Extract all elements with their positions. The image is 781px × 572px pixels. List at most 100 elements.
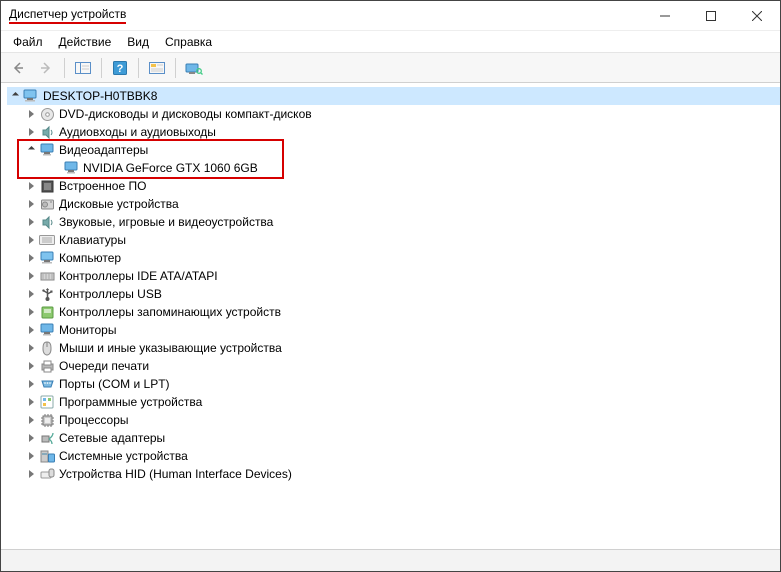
audio-icon [39, 214, 55, 230]
chevron-down-icon[interactable] [9, 95, 21, 98]
tree-category-label: Дисковые устройства [59, 195, 179, 213]
tree-category[interactable]: DVD-дисководы и дисководы компакт-дисков [7, 105, 780, 123]
chevron-right-icon[interactable] [25, 290, 37, 298]
menubar: Файл Действие Вид Справка [1, 31, 780, 53]
tree-category[interactable]: Сетевые адаптеры [7, 429, 780, 447]
chevron-right-icon[interactable] [25, 128, 37, 136]
tree-category-label: Системные устройства [59, 447, 188, 465]
tree-category-label: Сетевые адаптеры [59, 429, 165, 447]
chevron-down-icon[interactable] [25, 149, 37, 152]
properties-button[interactable] [144, 56, 170, 80]
firmware-icon [39, 178, 55, 194]
software-icon [39, 394, 55, 410]
ide-icon [39, 268, 55, 284]
port-icon [39, 376, 55, 392]
tree-category[interactable]: Контроллеры USB [7, 285, 780, 303]
svg-text:?: ? [117, 63, 124, 75]
back-button[interactable] [5, 56, 31, 80]
usb-icon [39, 286, 55, 302]
close-button[interactable] [734, 1, 780, 31]
tree-device[interactable]: NVIDIA GeForce GTX 1060 6GB [7, 159, 780, 177]
tree-category[interactable]: Встроенное ПО [7, 177, 780, 195]
menu-view[interactable]: Вид [119, 33, 157, 51]
scan-hardware-button[interactable] [181, 56, 207, 80]
computer-icon [39, 250, 55, 266]
tree-category-label: DVD-дисководы и дисководы компакт-дисков [59, 105, 312, 123]
menu-action[interactable]: Действие [51, 33, 120, 51]
tree-category[interactable]: Видеоадаптеры [7, 141, 780, 159]
chevron-right-icon[interactable] [25, 362, 37, 370]
tree-category[interactable]: Мыши и иные указывающие устройства [7, 339, 780, 357]
tree-category-label: Очереди печати [59, 357, 149, 375]
tree-category[interactable]: Звуковые, игровые и видеоустройства [7, 213, 780, 231]
keyboard-icon [39, 232, 55, 248]
tree-category[interactable]: Программные устройства [7, 393, 780, 411]
network-icon [39, 430, 55, 446]
disc-icon [39, 106, 55, 122]
tree-category-label: Контроллеры IDE ATA/ATAPI [59, 267, 218, 285]
maximize-button[interactable] [688, 1, 734, 31]
chevron-right-icon[interactable] [25, 200, 37, 208]
chevron-right-icon[interactable] [25, 254, 37, 262]
system-icon [39, 448, 55, 464]
tree-category[interactable]: Дисковые устройства [7, 195, 780, 213]
tree-category-label: Порты (COM и LPT) [59, 375, 170, 393]
chevron-right-icon[interactable] [25, 398, 37, 406]
tree-category[interactable]: Клавиатуры [7, 231, 780, 249]
audio-icon [39, 124, 55, 140]
tree-category[interactable]: Контроллеры IDE ATA/ATAPI [7, 267, 780, 285]
chevron-right-icon[interactable] [25, 110, 37, 118]
device-tree[interactable]: DESKTOP-H0TBBK8 DVD-дисководы и дисковод… [1, 83, 780, 549]
tree-category-label: Контроллеры запоминающих устройств [59, 303, 281, 321]
tree-category[interactable]: Аудиовходы и аудиовыходы [7, 123, 780, 141]
tree-category[interactable]: Порты (COM и LPT) [7, 375, 780, 393]
chevron-right-icon[interactable] [25, 452, 37, 460]
chevron-right-icon[interactable] [25, 218, 37, 226]
show-hide-tree-button[interactable] [70, 56, 96, 80]
chevron-right-icon[interactable] [25, 308, 37, 316]
tree-category-label: Контроллеры USB [59, 285, 162, 303]
drive-icon [39, 196, 55, 212]
cpu-icon [39, 412, 55, 428]
tree-category-label: Мониторы [59, 321, 116, 339]
mouse-icon [39, 340, 55, 356]
tree-category-label: Видеоадаптеры [59, 141, 148, 159]
minimize-button[interactable] [642, 1, 688, 31]
monitor-icon [63, 160, 79, 176]
statusbar [1, 549, 780, 571]
printer-icon [39, 358, 55, 374]
hid-icon [39, 466, 55, 482]
tree-category-label: Мыши и иные указывающие устройства [59, 339, 282, 357]
tree-category[interactable]: Процессоры [7, 411, 780, 429]
chevron-right-icon[interactable] [25, 470, 37, 478]
chevron-right-icon[interactable] [25, 434, 37, 442]
tree-category[interactable]: Устройства HID (Human Interface Devices) [7, 465, 780, 483]
forward-button[interactable] [33, 56, 59, 80]
tree-category-label: Аудиовходы и аудиовыходы [59, 123, 216, 141]
chevron-right-icon[interactable] [25, 326, 37, 334]
tree-category-label: Звуковые, игровые и видеоустройства [59, 213, 273, 231]
computer-icon [23, 88, 39, 104]
titlebar: Диспетчер устройств [1, 1, 780, 31]
chevron-right-icon[interactable] [25, 182, 37, 190]
tree-category[interactable]: Очереди печати [7, 357, 780, 375]
tree-category-label: Компьютер [59, 249, 121, 267]
menu-help[interactable]: Справка [157, 33, 220, 51]
chevron-right-icon[interactable] [25, 416, 37, 424]
tree-category[interactable]: Системные устройства [7, 447, 780, 465]
tree-category[interactable]: Компьютер [7, 249, 780, 267]
chevron-right-icon[interactable] [25, 272, 37, 280]
menu-file[interactable]: Файл [5, 33, 51, 51]
tree-category-label: Программные устройства [59, 393, 202, 411]
monitor-icon [39, 142, 55, 158]
chevron-right-icon[interactable] [25, 344, 37, 352]
tree-device-label: NVIDIA GeForce GTX 1060 6GB [83, 159, 258, 177]
tree-category[interactable]: Контроллеры запоминающих устройств [7, 303, 780, 321]
tree-root-label: DESKTOP-H0TBBK8 [43, 87, 157, 105]
tree-category[interactable]: Мониторы [7, 321, 780, 339]
window-title: Диспетчер устройств [9, 7, 126, 24]
chevron-right-icon[interactable] [25, 236, 37, 244]
tree-root[interactable]: DESKTOP-H0TBBK8 [7, 87, 780, 105]
help-button[interactable]: ? [107, 56, 133, 80]
chevron-right-icon[interactable] [25, 380, 37, 388]
